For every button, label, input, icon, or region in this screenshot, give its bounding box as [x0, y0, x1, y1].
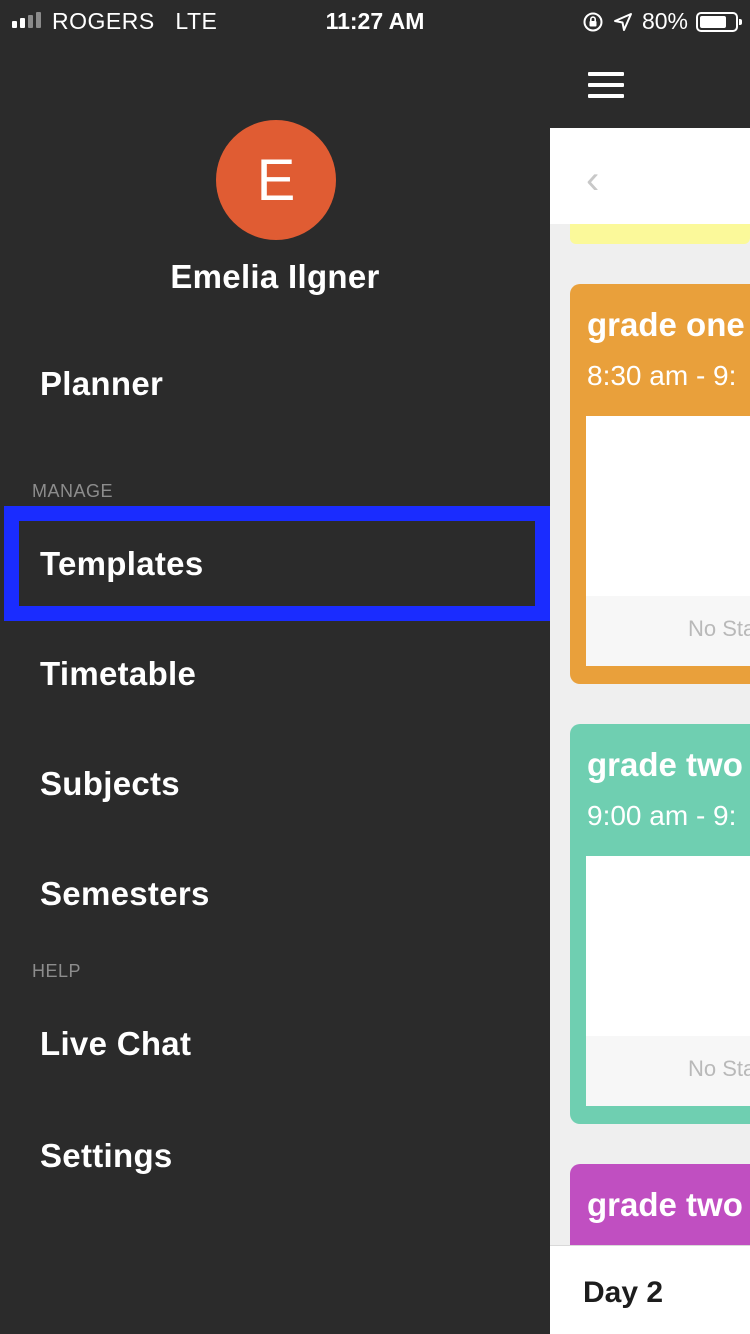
- lesson-card-footer: No Sta: [586, 1036, 750, 1106]
- location-arrow-icon: [613, 12, 632, 31]
- menu-item-semesters[interactable]: Semesters: [40, 875, 210, 913]
- section-header-manage: MANAGE: [32, 481, 114, 501]
- battery-icon: [696, 11, 742, 32]
- lesson-standards-label: No Sta: [688, 1056, 750, 1081]
- status-bar-right: 80%: [582, 8, 742, 35]
- lesson-time: 8:30 am - 9:: [587, 360, 737, 391]
- menu-item-settings[interactable]: Settings: [40, 1137, 173, 1175]
- menu-item-timetable[interactable]: Timetable: [40, 655, 196, 693]
- orientation-lock-icon: [583, 12, 603, 31]
- day-label[interactable]: Day 2: [583, 1276, 663, 1310]
- lesson-title: grade two: [587, 746, 743, 783]
- lesson-card-body: No Sta: [586, 856, 750, 1106]
- menu-item-live-chat[interactable]: Live Chat: [40, 1025, 191, 1063]
- user-name: Emelia Ilgner: [170, 258, 380, 295]
- previous-lesson-card-edge: [570, 224, 750, 244]
- chevron-left-icon[interactable]: ‹: [586, 160, 599, 200]
- lesson-time: 9:00 am - 9:: [587, 800, 737, 831]
- menu-item-planner[interactable]: Planner: [40, 365, 163, 403]
- lesson-title: grade two: [587, 1186, 743, 1223]
- section-header-help: HELP: [32, 961, 82, 981]
- lesson-card-body: No Sta: [586, 416, 750, 666]
- battery-percent: 80%: [641, 8, 688, 34]
- bottom-day-bar: Day 2: [550, 1245, 750, 1334]
- lesson-card[interactable]: grade one 8:30 am - 9: No Sta: [570, 284, 750, 684]
- menu-item-templates[interactable]: Templates: [40, 545, 203, 583]
- date-navigation-bar: [550, 128, 750, 224]
- lesson-card[interactable]: grade two 9:00 am - 9: No Sta: [570, 724, 750, 1124]
- status-bar: ROGERS LTE 11:27 AM 80%: [0, 0, 750, 42]
- menu-item-subjects[interactable]: Subjects: [40, 765, 180, 803]
- avatar[interactable]: E: [216, 120, 336, 240]
- lesson-standards-label: No Sta: [688, 616, 750, 641]
- navigation-drawer: E Emelia Ilgner Planner MANAGE Templates…: [0, 0, 550, 1334]
- main-content: ‹ grade one 8:30 am - 9: No Sta grade tw…: [550, 0, 750, 1334]
- hamburger-menu-icon[interactable]: [588, 72, 624, 105]
- lesson-card-footer: No Sta: [586, 596, 750, 666]
- lesson-title: grade one: [587, 306, 745, 343]
